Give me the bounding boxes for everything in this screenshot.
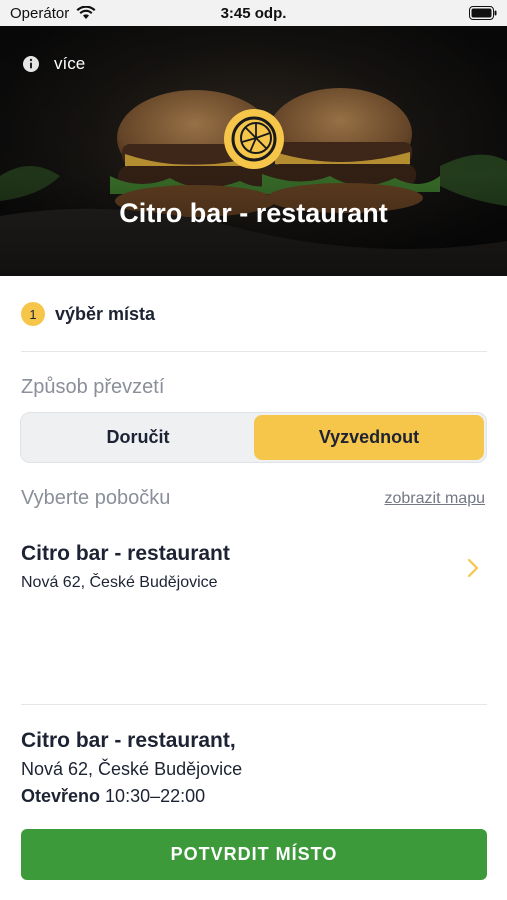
show-map-link[interactable]: zobrazit mapu xyxy=(385,490,486,508)
opening-hours: Otevřeno 10:30–22:00 xyxy=(21,786,205,807)
more-info-button[interactable]: více xyxy=(22,54,85,74)
restaurant-title: Citro bar - restaurant xyxy=(119,198,388,228)
option-pickup[interactable]: Vyzvednout xyxy=(254,415,484,460)
restaurant-header: více Citro bar - restaurant xyxy=(0,26,507,276)
summary-name: Citro bar - restaurant, xyxy=(21,729,236,752)
divider xyxy=(21,704,487,705)
clock: 3:45 odp. xyxy=(220,5,287,22)
status-bar: Operátor 3:45 odp. xyxy=(0,0,507,26)
branch-list-item[interactable]: Citro bar - restaurant Nová 62, České Bu… xyxy=(0,536,507,606)
step-number-badge: 1 xyxy=(21,302,45,326)
more-label: více xyxy=(54,54,86,73)
hours-value: 10:30–22:00 xyxy=(105,786,206,806)
info-icon xyxy=(23,56,39,72)
step-label: výběr místa xyxy=(55,303,156,324)
option-delivery[interactable]: Doručit xyxy=(23,415,253,460)
step-indicator: 1 výběr místa xyxy=(21,302,155,326)
branch-address: Nová 62, České Budějovice xyxy=(21,574,218,591)
lemon-logo xyxy=(224,109,284,169)
delivery-method-toggle: Doručit Vyzvednout xyxy=(20,412,487,463)
battery-icon xyxy=(469,6,497,20)
open-status: Otevřeno xyxy=(21,786,101,806)
branch-select-label: Vyberte pobočku xyxy=(21,487,171,509)
summary-address: Nová 62, České Budějovice xyxy=(21,759,243,779)
delivery-method-label: Způsob převzetí xyxy=(21,376,165,398)
branch-name: Citro bar - restaurant xyxy=(21,542,230,565)
divider xyxy=(21,351,487,352)
chevron-right-icon xyxy=(467,558,479,578)
confirm-location-button[interactable]: POTVRDIT MÍSTO xyxy=(21,829,487,880)
